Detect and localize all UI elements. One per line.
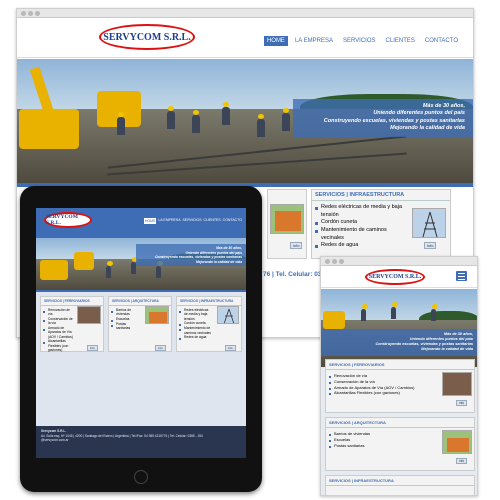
nav-item-empresa[interactable]: LA EMPRESA <box>158 218 180 224</box>
building-image <box>145 306 169 324</box>
info-button[interactable]: info <box>456 400 468 406</box>
info-button[interactable]: info <box>456 458 468 464</box>
card-title: SERVICIOS | INFRAESTRUCTURA <box>326 476 474 486</box>
card-title: SERVICIOS | ARQUITECTURA <box>326 418 474 428</box>
tower-image <box>412 208 446 238</box>
hero-line: Construyendo escuelas, viviendas y posta… <box>323 117 465 124</box>
infraestructura-card: SERVICIOS | INFRAESTRUCTURA Redes eléctr… <box>176 296 242 352</box>
list-item: Alcantarillas Flexibles (con gaviones) <box>334 390 400 396</box>
logo[interactable]: SERVYCOM S.R.L. <box>99 24 195 50</box>
list-item: Alcantarillas Flexibles (con gaviones) <box>48 339 69 352</box>
window-dot-icon <box>28 11 33 16</box>
hero-caption: Más de 30 años, Uniendo diferentes punto… <box>136 244 246 267</box>
hero-banner: Más de 30 años, Uniendo diferentes punto… <box>17 59 473 183</box>
building-image <box>270 204 304 234</box>
hero-line: Más de 30 años, <box>422 103 465 109</box>
phone-mockup: SERVYCOM S.R.L. Más de 30 años, Uniendo … <box>320 256 478 496</box>
list-item: Mantenimiento de caminos vecinales <box>321 227 387 241</box>
tablet-mockup: SERVYCOM S.R.L. HOME LA EMPRESA SERVICIO… <box>20 186 262 492</box>
arquitectura-card: SERVICIOS | ARQUITECTURA Barrios de vivi… <box>325 417 475 471</box>
hero-caption: Más de 30 años, Uniendo diferentes punto… <box>293 99 473 137</box>
rail-work-image <box>442 372 472 396</box>
info-button[interactable]: info <box>87 345 98 351</box>
nav-item-servicios[interactable]: SERVICIOS <box>340 36 379 46</box>
list-item: Redes de agua <box>321 242 359 249</box>
nav-item-home[interactable]: HOME <box>143 218 157 224</box>
logo[interactable]: SERVYCOM S.R.L. <box>365 269 425 285</box>
nav-item-empresa[interactable]: LA EMPRESA <box>292 36 336 46</box>
hero-banner: Más de 30 años, Uniendo diferentes punto… <box>36 238 246 290</box>
excavator-image <box>19 109 79 149</box>
list-item: Redes de agua <box>184 335 207 340</box>
list-item: Redes eléctricas de media y baja tensión <box>184 308 209 321</box>
infraestructura-card: SERVICIOS | INFRAESTRUCTURA <box>325 475 475 495</box>
hero-line: Mejorando la calidad de vida <box>421 347 473 352</box>
logo[interactable]: SERVYCOM S.R.L. <box>44 212 92 228</box>
window-dot-icon <box>35 11 40 16</box>
tablet-header: SERVYCOM S.R.L. HOME LA EMPRESA SERVICIO… <box>36 208 246 238</box>
hero-line: Mejorando la calidad de vida <box>195 259 242 264</box>
list-item: Postas sanitarias <box>116 321 131 331</box>
list-item: Conservación de la vía <box>48 316 73 326</box>
list-item: Cordón cuneta <box>321 219 358 226</box>
tower-image <box>217 306 239 324</box>
window-dot-icon <box>332 259 337 264</box>
nav-item-contacto[interactable]: CONTACTO <box>422 36 461 46</box>
arquitectura-card: SERVICIOS | ARQUITECTURA Barrios de vivi… <box>108 296 172 352</box>
building-image <box>442 430 472 454</box>
list-item: Armado de Aparatos de Vía (AOV / Cambios… <box>48 325 73 339</box>
nav-item-clientes[interactable]: CLIENTES <box>204 218 221 224</box>
card-title: SERVICIOS | ARQUITECTURA <box>109 297 171 306</box>
window-dot-icon <box>21 11 26 16</box>
list-item: Redes eléctricas de media y baja tensión <box>321 204 403 218</box>
info-button[interactable]: info <box>155 345 166 351</box>
main-nav: HOME LA EMPRESA SERVICIOS CLIENTES CONTA… <box>263 36 461 46</box>
nav-item-servicios[interactable]: SERVICIOS <box>183 218 202 224</box>
card-title: SERVICIOS | INFRAESTRUCTURA <box>177 297 241 306</box>
ferroviarios-card: SERVICIOS | FERROVIARIOS Renovación de v… <box>40 296 104 352</box>
window-dot-icon <box>339 259 344 264</box>
info-button[interactable]: info <box>424 242 437 249</box>
footer-email[interactable]: @servycom.com.ar <box>41 438 241 443</box>
site-header: SERVYCOM S.R.L. HOME LA EMPRESA SERVICIO… <box>17 18 473 58</box>
menu-icon[interactable] <box>456 271 467 281</box>
arquitectura-card-partial: info <box>267 189 307 259</box>
ferroviarios-card: SERVICIOS | FERROVIARIOS Renovación de v… <box>325 359 475 413</box>
info-button[interactable]: info <box>225 345 236 351</box>
hero-line: Mejorando la calidad de vida <box>390 125 465 132</box>
list-item: Renovación de vía <box>48 308 70 317</box>
phone-header: SERVYCOM S.R.L. <box>321 266 477 288</box>
tablet-screen: SERVYCOM S.R.L. HOME LA EMPRESA SERVICIO… <box>36 208 246 458</box>
home-button-icon[interactable] <box>134 470 148 484</box>
browser-chrome <box>17 9 473 18</box>
nav-item-clientes[interactable]: CLIENTES <box>383 36 418 46</box>
hero-banner: Más de 30 años, Uniendo diferentes punto… <box>321 289 477 367</box>
hero-line: Uniendo diferentes puntos del país <box>373 110 465 117</box>
info-button[interactable]: info <box>290 242 303 249</box>
browser-chrome <box>321 257 477 266</box>
list-item: Mantenimiento de caminos vecinales <box>184 326 211 335</box>
list-item: Barrios de viviendas <box>116 308 132 317</box>
card-title: SERVICIOS | INFRAESTRUCTURA <box>312 190 450 201</box>
window-dot-icon <box>325 259 330 264</box>
card-title: SERVICIOS | FERROVIARIOS <box>41 297 103 306</box>
card-title: SERVICIOS | FERROVIARIOS <box>326 360 474 370</box>
nav-item-contacto[interactable]: CONTACTO <box>223 218 242 224</box>
hero-caption: Más de 30 años, Uniendo diferentes punto… <box>321 329 477 356</box>
list-item: Postas sanitarias <box>334 442 365 448</box>
rail-work-image <box>77 306 101 324</box>
tablet-footer: Servycom S.R.L. Av. Solís esq. Nº 1045 |… <box>36 426 246 458</box>
nav-item-home[interactable]: HOME <box>263 36 288 46</box>
infraestructura-card: SERVICIOS | INFRAESTRUCTURA Redes eléctr… <box>311 189 451 259</box>
